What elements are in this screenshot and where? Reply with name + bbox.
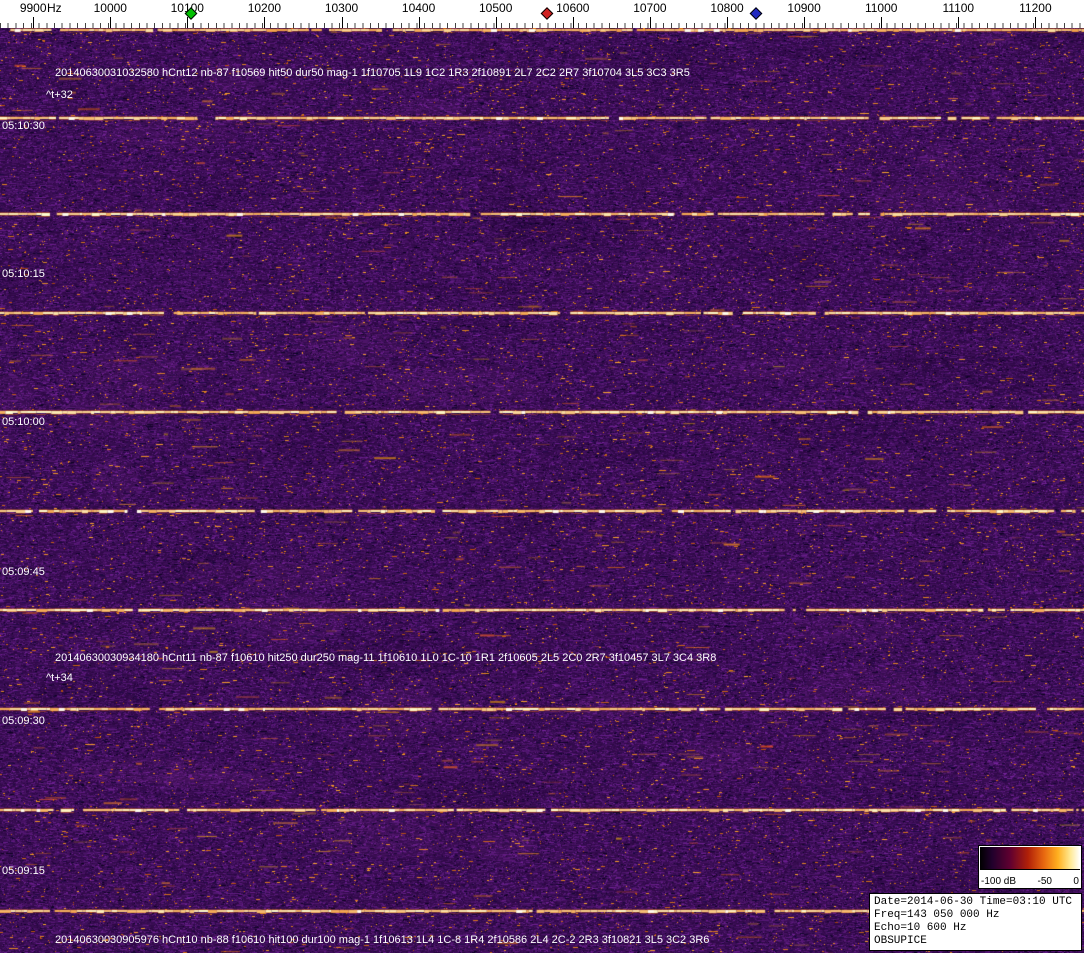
ruler-tick-label-10300: 10300 xyxy=(324,1,359,15)
colorbar-min-label: -100 dB xyxy=(981,876,1017,887)
ruler-tick-10100 xyxy=(187,17,189,28)
red-diamond-marker[interactable] xyxy=(541,7,554,20)
ruler-tick-10600 xyxy=(572,17,574,28)
ruler-tick-label-10200: 10200 xyxy=(247,1,282,15)
spectrogram-canvas[interactable] xyxy=(0,28,1084,953)
ruler-tick-label-10700: 10700 xyxy=(633,1,667,15)
colorbar-gradient xyxy=(980,847,1080,870)
ruler-tick-label-9900: 9900 xyxy=(19,1,47,15)
ruler-unit-label: Hz xyxy=(47,1,62,15)
ruler-tick-9900 xyxy=(33,17,35,28)
ruler-tick-10300 xyxy=(341,17,343,28)
ruler-tick-10200 xyxy=(264,17,266,28)
ruler-tick-label-10800: 10800 xyxy=(710,1,744,15)
info-box: Date=2014-06-30 Time=03:10 UTC Freq=143 … xyxy=(869,893,1082,951)
info-station: OBSUPICE xyxy=(874,935,927,947)
blue-diamond-marker[interactable] xyxy=(749,7,763,20)
ruler-tick-label-11200: 11200 xyxy=(1019,1,1052,15)
colorbar-labels: -100 dB -50 0 xyxy=(981,876,1079,887)
ruler-tick-11100 xyxy=(958,17,960,28)
info-echo: Echo=10 600 Hz xyxy=(874,922,967,934)
info-frequency: Freq=143 050 000 Hz xyxy=(874,909,1000,921)
ruler-tick-10500 xyxy=(495,17,497,28)
frequency-ruler: 9900 10000 10100 10200 10300 10400 10500 10600 1… xyxy=(0,0,1084,28)
ruler-tick-10900 xyxy=(804,17,806,28)
ruler-tick-label-10500: 10500 xyxy=(479,1,513,15)
meteor-spectrogram-screen: 9900 10000 10100 10200 10300 10400 10500 10600 1… xyxy=(0,0,1084,953)
ruler-minor-ticks xyxy=(0,23,1084,28)
ruler-tick-11000 xyxy=(881,17,883,28)
ruler-tick-label-10400: 10400 xyxy=(401,1,436,15)
ruler-tick-label-11100: 11100 xyxy=(942,1,975,15)
colorbar-max-label: 0 xyxy=(1073,876,1079,887)
ruler-tick-label-10600: 10600 xyxy=(556,1,590,15)
colorbar-legend: -100 dB -50 0 xyxy=(978,845,1082,889)
ruler-tick-11200 xyxy=(1035,17,1037,28)
ruler-tick-label-11000: 11000 xyxy=(864,1,898,15)
ruler-tick-10800 xyxy=(727,17,728,28)
ruler-tick-10700 xyxy=(649,17,651,28)
ruler-tick-label-10900: 10900 xyxy=(787,1,821,15)
ruler-tick-label-10000: 10000 xyxy=(93,1,127,15)
ruler-tick-10400 xyxy=(418,17,420,28)
ruler-tick-10000 xyxy=(110,17,112,28)
colorbar-mid-label: -50 xyxy=(1037,876,1052,887)
info-date-time: Date=2014-06-30 Time=03:10 UTC xyxy=(874,896,1073,908)
